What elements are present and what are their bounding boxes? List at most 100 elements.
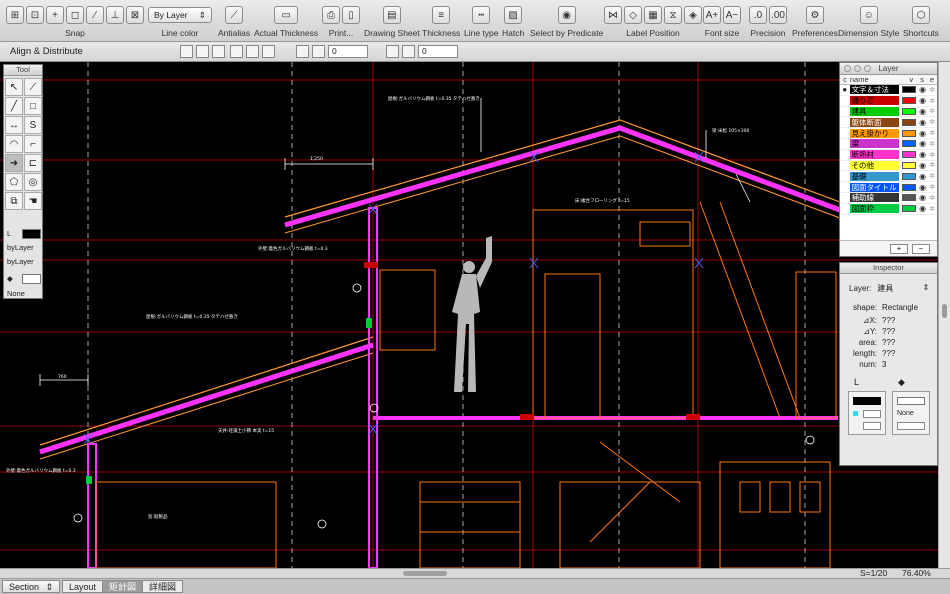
snap-star-icon[interactable]: ✲ [927,129,937,137]
fill-swatch[interactable] [22,274,41,284]
stairs-tool-icon[interactable]: ⊏ [24,154,42,172]
layer-name[interactable]: その他 [849,160,900,170]
layer-color-swatch[interactable] [902,161,916,169]
fill-swatch[interactable] [897,397,925,405]
eye-icon[interactable]: ◉ [918,139,928,148]
dimension-tool-icon[interactable]: ↔ [5,116,23,134]
person-icon[interactable]: ☺ [859,6,878,24]
eye-icon[interactable]: ◉ [918,204,928,213]
eye-icon[interactable]: ◉ [918,150,928,159]
line-type-select[interactable] [863,422,881,430]
line-tool-icon[interactable]: ╱ [5,97,23,115]
layer-row[interactable]: 図面タイトル ◉ ✲ [840,182,937,193]
snap-star-icon[interactable]: ✲ [927,194,937,202]
hatch-button[interactable]: ▨ [504,6,523,24]
line-color-select[interactable]: By Layer ⇕ [148,7,212,23]
line-color-swatch[interactable] [853,397,881,405]
layer-row[interactable]: 基礎 ◉ ✲ [840,171,937,183]
vertical-scrollbar[interactable] [938,62,950,568]
layer-row[interactable]: 図面枠 ◉ ✲ [840,204,937,215]
layer-row[interactable]: ● 文字＆寸法 ◉ ✲ [840,85,937,96]
zoom-readout[interactable]: 76.40% [902,568,931,578]
line-weight-select[interactable] [863,410,881,418]
label-pos-diamond-icon[interactable]: ◈ [684,6,702,24]
fill-value[interactable]: None [897,410,914,417]
snap-star-icon[interactable]: ✲ [927,118,937,126]
layer-name[interactable]: 図面枠 [849,204,900,214]
minimize-icon[interactable] [854,65,861,72]
arrow-tool-icon[interactable]: ↖ [5,78,23,96]
layer-name[interactable]: 断熱材 [849,150,900,160]
layer-row[interactable]: 断熱材 ◉ ✲ [840,150,937,161]
line-type-button[interactable]: ┅ [472,6,491,24]
align-right-button[interactable] [212,45,225,58]
tab-layout[interactable]: Layout [62,580,104,593]
layer-color-swatch[interactable] [902,140,916,148]
drawing-canvas[interactable]: 1,250 760 屋根:ガルバリウム鋼板 t=0.35 タテハゼ葺き 外壁:着… [0,62,938,568]
eye-icon[interactable]: ◉ [918,107,928,116]
layer-name[interactable]: 建具 [849,106,900,116]
line-color-swatch[interactable] [22,229,41,239]
layer-row[interactable]: その他 ◉ ✲ [840,160,937,172]
align-center-button[interactable] [196,45,209,58]
tab-kanakeizu[interactable]: 矩計図 [102,580,144,593]
layer-color-swatch[interactable] [902,107,916,115]
arrow-right-tool-icon[interactable]: ➜ [5,154,23,172]
inspector-layer-select[interactable]: 建具 ⇕ [877,283,929,294]
frame-tool-icon[interactable]: ⧉ [5,192,23,210]
section-select[interactable]: Section ⇕ [2,580,60,593]
drawing-sheet-button[interactable]: ▤ [382,6,401,24]
align-middle-button[interactable] [246,45,259,58]
snap-cross-button[interactable]: + [46,6,64,24]
eye-icon[interactable]: ◉ [918,172,928,181]
distribute-v-space-button[interactable] [402,45,415,58]
precision-decrease-button[interactable]: .00 [769,6,787,24]
snap-star-icon[interactable]: ✲ [927,205,937,213]
align-top-button[interactable] [230,45,243,58]
distribute-v-button[interactable] [386,45,399,58]
distribute-h-space-button[interactable] [312,45,325,58]
layer-row[interactable]: 梁 ◉ ✲ [840,139,937,150]
layer-color-swatch[interactable] [902,172,916,180]
label-pos-split-icon[interactable]: ⧖ [664,6,682,24]
current-layer-dot[interactable]: ● [840,85,850,94]
layer-name[interactable]: 文字＆寸法 [849,85,900,95]
select-by-predicate-button[interactable]: ◉ [557,6,576,24]
label-pos-in-icon[interactable]: ⋈ [604,6,622,24]
layer-color-swatch[interactable] [902,205,916,213]
thickness-button[interactable]: ≡ [432,6,451,24]
distribute-v-field[interactable]: 0 [418,45,458,58]
layer-row[interactable]: 通り芯 ◉ ✲ [840,96,937,107]
cube-icon[interactable]: ⬡ [911,6,930,24]
horizontal-scroll-thumb[interactable] [403,571,447,576]
precision-increase-button[interactable]: .0 [749,6,767,24]
arc-tool-icon[interactable]: ◠ [5,135,23,153]
snap-star-icon[interactable]: ✲ [927,97,937,105]
hatch-select[interactable] [897,422,925,430]
align-left-button[interactable] [180,45,193,58]
actual-thickness-button[interactable]: ▭ [274,6,299,24]
circle-tool-icon[interactable]: ◎ [24,173,42,191]
layer-name[interactable]: 躯体断面 [849,117,900,127]
eye-icon[interactable]: ◉ [918,96,928,105]
layer-row[interactable]: 躯体断面 ◉ ✲ [840,117,937,129]
snap-star-icon[interactable]: ✲ [927,107,937,115]
eye-icon[interactable]: ◉ [918,183,928,192]
fill-style-box[interactable]: None [892,391,930,435]
line-style-box[interactable] [848,391,886,435]
label-pos-out-icon[interactable]: ◇ [624,6,642,24]
snap-grid-button[interactable]: ⊞ [6,6,24,24]
layer-name[interactable]: 補助線 [849,193,900,203]
gear-icon[interactable]: ⚙ [805,6,824,24]
layer-name[interactable]: 図面タイトル [849,182,900,192]
snap-star-icon[interactable]: ✲ [927,151,937,159]
font-increase-button[interactable]: A+ [703,6,721,24]
add-layer-button[interactable]: + [890,244,908,254]
tab-shosaizu[interactable]: 詳細図 [142,580,184,593]
printer-icon[interactable]: ⎙ [322,6,340,24]
snap-node-button[interactable]: ⊠ [126,6,144,24]
snap-star-icon[interactable]: ✲ [927,86,937,94]
layer-color-swatch[interactable] [902,118,916,126]
layer-color-swatch[interactable] [902,97,916,105]
page-setup-icon[interactable]: ▯ [342,6,360,24]
